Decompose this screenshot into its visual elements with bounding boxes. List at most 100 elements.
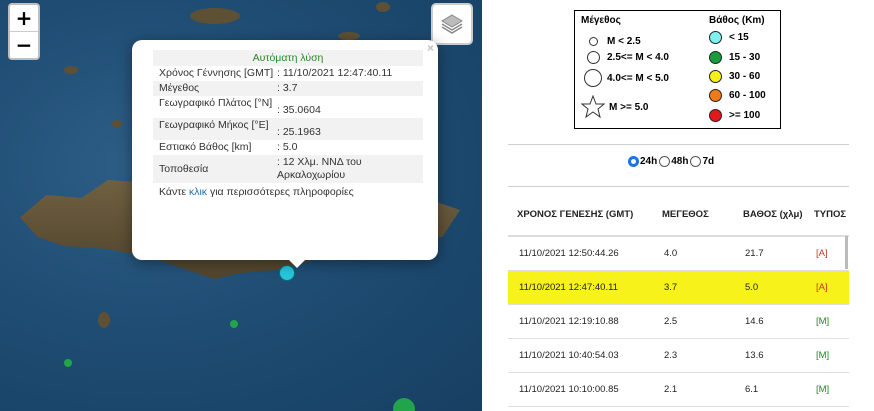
islet (376, 2, 390, 12)
events-table: ΧΡΟΝΟΣ ΓΕΝΕΣΗΣ (GMT) ΜΕΓΕΘΟΣ ΒΑΘΟΣ (χλμ)… (508, 193, 849, 407)
legend-magnitude-title: Μέγεθος (581, 15, 621, 26)
map[interactable]: + − × Αυτόματη λύση Χρόνος Γέννησης [GMT… (0, 0, 482, 411)
popup-label: Τοποθεσία (159, 163, 209, 175)
more-info-link[interactable]: κλικ (189, 186, 207, 198)
yellow-dot-icon (709, 70, 722, 83)
islet (112, 120, 122, 128)
legend-magnitude-item: M >= 5.0 (581, 95, 648, 119)
divider (508, 186, 849, 187)
legend-depth-label: 15 - 30 (729, 52, 761, 63)
layers-button[interactable] (431, 3, 473, 45)
cell-depth: 6.1 (734, 372, 805, 407)
popup-value: : 35.0604 (277, 104, 321, 116)
radio-24h[interactable] (628, 156, 639, 167)
table-row[interactable]: 11/10/2021 10:40:54.03 2.3 13.6 [M] (508, 338, 849, 373)
islet (338, 32, 360, 40)
table-row-selected[interactable]: 11/10/2021 12:47:40.11 3.7 5.0 [A] (508, 270, 849, 305)
legend-depth-label: 30 - 60 (729, 71, 761, 82)
radio-label-48h: 48h (671, 156, 689, 167)
header-depth[interactable]: ΒΑΘΟΣ (χλμ) (734, 193, 805, 237)
popup-value: : 25.1963 (277, 126, 321, 138)
earthquake-marker[interactable] (230, 320, 238, 328)
popup-label: Γεωγραφικό Μήκος [°E] (159, 119, 269, 131)
cell-time: 11/10/2021 10:10:00.85 (508, 372, 653, 407)
cell-type: [M] (805, 304, 849, 339)
cell-time: 11/10/2021 12:47:40.11 (508, 270, 653, 305)
header-magnitude[interactable]: ΜΕΓΕΘΟΣ (653, 193, 734, 237)
legend-depth-item: 15 - 30 (709, 51, 760, 64)
table-row[interactable]: 11/10/2021 10:10:00.85 2.1 6.1 [M] (508, 372, 849, 407)
legend-depth-item: >= 100 (709, 109, 760, 122)
cyan-dot-icon (709, 31, 722, 44)
table-scrollbar[interactable] (845, 236, 848, 269)
right-panel: Μέγεθος Βάθος (Km) M < 2.5 2.5<= M < 4.0… (482, 0, 874, 411)
popup-row: Γεωγραφικό Μήκος [°E] : 25.1963 (153, 118, 423, 140)
radio-7d[interactable] (690, 156, 702, 167)
popup-row: Μέγεθος : 3.7 (153, 81, 423, 96)
popup-row: Εστιακό Βάθος [km] : 5.0 (153, 140, 423, 155)
islet (98, 312, 110, 328)
popup-tip (287, 258, 307, 268)
radio-48h[interactable] (659, 156, 671, 167)
cell-magnitude: 4.0 (653, 236, 734, 271)
popup-title: Αυτόματη λύση (153, 50, 423, 66)
small-circle-icon (589, 37, 598, 46)
legend-magnitude-item: 2.5<= M < 4.0 (587, 51, 669, 64)
cell-depth: 13.6 (734, 338, 805, 373)
cell-time: 11/10/2021 12:50:44.26 (508, 236, 653, 271)
cell-type: [A] (805, 270, 849, 305)
header-type[interactable]: ΤΥΠΟΣ (805, 193, 849, 237)
cell-type: [M] (805, 338, 849, 373)
popup-value: : 11/10/2021 12:47:40.11 (277, 67, 393, 79)
islet (190, 8, 240, 24)
islet (64, 66, 78, 74)
time-filter: 24h 48h 7d (628, 156, 716, 167)
header-time[interactable]: ΧΡΟΝΟΣ ΓΕΝΕΣΗΣ (GMT) (508, 193, 653, 237)
popup-value: : 12 Χλμ. ΝΝΔ του Αρκαλοχωρίου (277, 156, 362, 181)
popup-footer-text: για περισσότερες πληροφορίες (207, 186, 354, 198)
popup-footer: Κάντε κλικ για περισσότερες πληροφορίες (153, 183, 423, 202)
popup-label: Γεωγραφικό Πλάτος [°N] (159, 97, 273, 109)
green-dot-icon (709, 51, 722, 64)
table-header-row: ΧΡΟΝΟΣ ΓΕΝΕΣΗΣ (GMT) ΜΕΓΕΘΟΣ ΒΑΘΟΣ (χλμ)… (508, 193, 849, 237)
cell-magnitude: 2.5 (653, 304, 734, 339)
star-icon (581, 95, 605, 119)
radio-label-24h: 24h (640, 156, 658, 167)
layers-icon (441, 14, 463, 34)
cell-type: [M] (805, 372, 849, 407)
table-row[interactable]: 11/10/2021 12:50:44.26 4.0 21.7 [A] (508, 236, 849, 271)
legend-depth-item: < 15 (709, 31, 749, 44)
legend-depth-item: 60 - 100 (709, 89, 766, 102)
legend-magnitude-item: M < 2.5 (589, 36, 641, 47)
popup-value: : 5.0 (277, 141, 298, 153)
radio-label-7d: 7d (702, 156, 715, 167)
legend-depth-item: 30 - 60 (709, 70, 760, 83)
popup-close-button[interactable]: × (427, 41, 434, 55)
legend-depth-title: Βάθος (Km) (709, 15, 765, 26)
zoom-control: + − (8, 3, 40, 60)
large-circle-icon (584, 69, 602, 87)
popup-label: Χρόνος Γέννησης [GMT] (159, 67, 274, 79)
legend-magnitude-item: 4.0<= M < 5.0 (584, 69, 669, 87)
cell-depth: 14.6 (734, 304, 805, 339)
zoom-out-button[interactable]: − (10, 31, 38, 58)
popup-value: : 3.7 (277, 82, 298, 94)
popup-row: Τοποθεσία : 12 Χλμ. ΝΝΔ του Αρκαλοχωρίου (153, 155, 423, 183)
legend: Μέγεθος Βάθος (Km) M < 2.5 2.5<= M < 4.0… (574, 10, 781, 129)
red-dot-icon (709, 109, 722, 122)
earthquake-marker[interactable] (393, 398, 415, 411)
cell-depth: 5.0 (734, 270, 805, 305)
legend-magnitude-label: 2.5<= M < 4.0 (607, 52, 669, 63)
cell-magnitude: 2.1 (653, 372, 734, 407)
divider (508, 144, 849, 145)
legend-magnitude-label: M >= 5.0 (609, 101, 649, 113)
table-row[interactable]: 11/10/2021 12:19:10.88 2.5 14.6 [M] (508, 304, 849, 339)
cell-magnitude: 3.7 (653, 270, 734, 305)
zoom-in-button[interactable]: + (10, 5, 38, 31)
popup-footer-text: Κάντε (159, 186, 189, 198)
legend-magnitude-label: M < 2.5 (607, 36, 641, 47)
earthquake-marker[interactable] (64, 359, 72, 367)
popup-label: Εστιακό Βάθος [km] (159, 141, 252, 153)
legend-depth-label: < 15 (729, 32, 749, 43)
cell-depth: 21.7 (734, 236, 805, 271)
